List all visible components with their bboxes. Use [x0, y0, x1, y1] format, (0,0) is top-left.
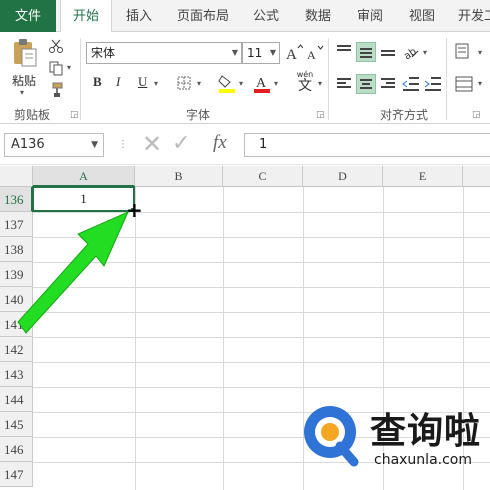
chaxunla-logo-icon	[304, 406, 359, 467]
watermark: 查询啦 chaxunla.com	[300, 400, 486, 470]
watermark-brand: 查询啦	[370, 411, 482, 452]
watermark-url: chaxunla.com	[374, 452, 472, 468]
